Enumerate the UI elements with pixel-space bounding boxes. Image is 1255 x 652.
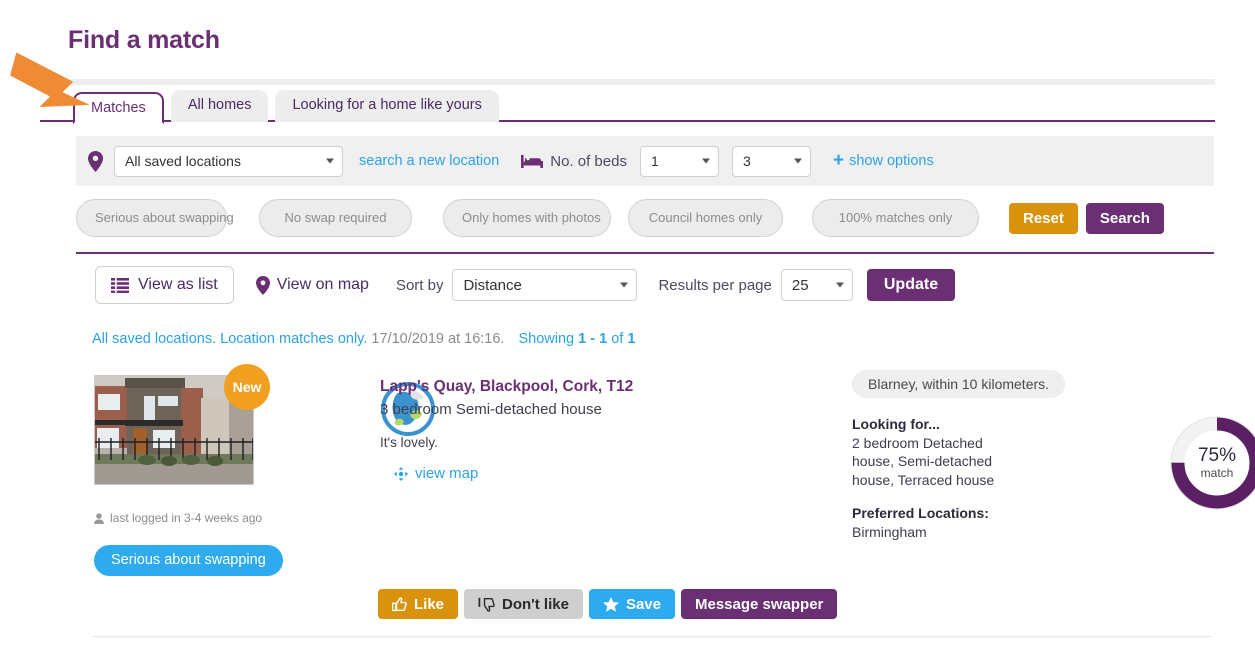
sort-by-value: Distance: [463, 277, 521, 294]
card-action-buttons: Like Don't like Save Message swapper: [378, 589, 837, 619]
last-logged-in-text: last logged in 3-4 weeks ago: [110, 511, 262, 525]
sort-by-label: Sort by: [396, 277, 444, 294]
dont-like-button[interactable]: Don't like: [464, 589, 583, 619]
no-of-beds-text: No. of beds: [550, 153, 627, 170]
new-badge: New: [224, 364, 270, 410]
view-as-list-button[interactable]: View as list: [95, 266, 234, 304]
looking-for-value: 2 bedroom Detached house, Semi-detached …: [852, 435, 994, 488]
chip-serious-about-swapping[interactable]: Serious about swapping: [76, 199, 227, 237]
beds-min-select[interactable]: 1: [640, 146, 719, 177]
view-on-map-button[interactable]: View on map: [256, 276, 369, 295]
show-options-label: show options: [849, 153, 934, 169]
view-map-link[interactable]: view map: [394, 465, 478, 482]
search-new-location-link[interactable]: search a new location: [359, 153, 499, 169]
saved-locations-value: All saved locations: [125, 153, 241, 169]
tab-all-homes[interactable]: All homes: [171, 90, 269, 122]
view-as-list-label: View as list: [138, 276, 218, 294]
preferred-locations-block: Preferred Locations: Birmingham: [852, 504, 1212, 541]
match-percentage-donut: 75% match: [1168, 414, 1255, 512]
user-icon: [94, 513, 104, 524]
summary-showing: Showing 1 - 1 of 1: [519, 331, 636, 347]
show-options-toggle[interactable]: + show options: [833, 153, 934, 169]
property-address[interactable]: Lapp's Quay, Blackpool, Cork, T12: [380, 378, 850, 396]
no-of-beds-label: No. of beds: [521, 153, 627, 170]
chevron-down-icon: [836, 283, 844, 288]
tab-bar: Matches All homes Looking for a home lik…: [40, 79, 1215, 122]
view-toolbar: View as list View on map Sort by Distanc…: [95, 265, 955, 305]
summary-timestamp: 17/10/2019 at 16:16.: [371, 331, 504, 347]
list-icon: [111, 278, 129, 293]
beds-max-select[interactable]: 3: [732, 146, 811, 177]
like-label: Like: [414, 596, 444, 613]
match-donut-label: 75% match: [1168, 414, 1255, 512]
search-button[interactable]: Search: [1086, 203, 1164, 234]
chevron-down-icon: [620, 283, 628, 288]
chip-only-homes-with-photos[interactable]: Only homes with photos: [443, 199, 611, 237]
chip-council-homes-only[interactable]: Council homes only: [628, 199, 783, 237]
beds-min-value: 1: [651, 153, 659, 169]
page-title: Find a match: [68, 26, 220, 55]
preferred-locations-value: Birmingham: [852, 524, 927, 540]
chip-no-swap-required[interactable]: No swap required: [259, 199, 412, 237]
message-swapper-button[interactable]: Message swapper: [681, 589, 837, 619]
thumbs-down-icon: [478, 597, 495, 612]
find-a-match-page: Find a match Matches All homes Looking f…: [0, 0, 1255, 652]
chevron-down-icon: [326, 159, 334, 164]
move-arrows-icon: [394, 467, 408, 481]
like-button[interactable]: Like: [378, 589, 458, 619]
filter-chip-row: Serious about swapping No swap required …: [76, 196, 1214, 240]
property-description: It's lovely.: [380, 435, 850, 450]
property-details: Lapp's Quay, Blackpool, Cork, T12 3 bedr…: [380, 378, 850, 450]
results-per-page-select[interactable]: 25: [781, 269, 853, 301]
tab-list: Matches All homes Looking for a home lik…: [73, 90, 499, 122]
map-pin-icon: [256, 276, 270, 295]
match-result-card: New last logged in 3-4 weeks ago Serious…: [92, 370, 1212, 625]
preferred-locations-label: Preferred Locations:: [852, 505, 989, 521]
summary-locations[interactable]: All saved locations. Location matches on…: [92, 331, 367, 347]
tab-bar-background: [40, 79, 1215, 85]
last-logged-in: last logged in 3-4 weeks ago: [94, 511, 262, 525]
chevron-down-icon: [702, 159, 710, 164]
location-pill: Blarney, within 10 kilometers.: [852, 370, 1065, 398]
chip-100-percent-matches-only[interactable]: 100% matches only: [812, 199, 979, 237]
filter-bar: All saved locations search a new locatio…: [76, 136, 1214, 186]
chevron-down-icon: [794, 159, 802, 164]
thumbs-up-icon: [392, 597, 407, 612]
view-map-label: view map: [415, 465, 478, 482]
tab-looking-for-a-home-like-yours[interactable]: Looking for a home like yours: [275, 90, 498, 122]
sort-by-select[interactable]: Distance: [452, 269, 637, 301]
serious-about-swapping-badge: Serious about swapping: [94, 545, 283, 576]
section-divider: [76, 252, 1214, 254]
match-word: match: [1201, 466, 1234, 480]
property-type: 3 bedroom Semi-detached house: [380, 401, 850, 418]
card-bottom-divider: [92, 636, 1212, 637]
showing-prefix: Showing: [519, 331, 579, 347]
showing-total: 1: [627, 331, 635, 347]
results-per-page-value: 25: [792, 277, 809, 294]
showing-of: of: [607, 331, 627, 347]
star-icon: [603, 597, 619, 612]
plus-icon: +: [833, 153, 844, 168]
match-preferences-column: Blarney, within 10 kilometers. Looking f…: [852, 370, 1212, 541]
bed-icon: [521, 154, 543, 169]
save-button[interactable]: Save: [589, 589, 675, 619]
results-per-page-label: Results per page: [658, 277, 771, 294]
update-button[interactable]: Update: [867, 269, 955, 301]
location-pin-icon: [88, 151, 103, 172]
reset-button[interactable]: Reset: [1009, 203, 1078, 234]
saved-locations-select[interactable]: All saved locations: [114, 146, 343, 177]
dont-like-label: Don't like: [502, 596, 569, 613]
looking-for-block: Looking for... 2 bedroom Detached house,…: [852, 415, 1012, 489]
save-label: Save: [626, 596, 661, 613]
showing-range: 1 - 1: [578, 331, 607, 347]
tab-matches[interactable]: Matches: [73, 92, 164, 124]
view-on-map-label: View on map: [277, 276, 369, 294]
looking-for-label: Looking for...: [852, 416, 940, 432]
match-percent: 75%: [1198, 446, 1236, 466]
results-summary: All saved locations. Location matches on…: [92, 331, 635, 347]
beds-max-value: 3: [743, 153, 751, 169]
